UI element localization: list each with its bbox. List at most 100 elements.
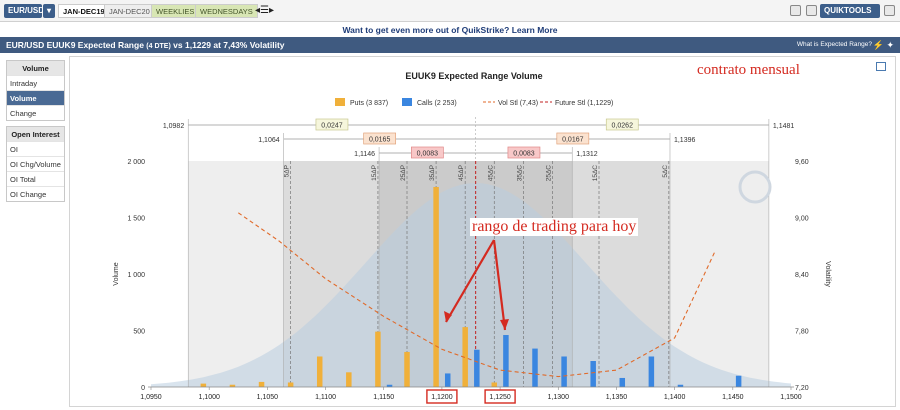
chart-title: EUUK9 Expected Range Volume <box>405 71 542 81</box>
x-tick-label: 1,1050 <box>257 394 279 401</box>
y-tick-label: 500 <box>133 329 145 336</box>
quiktools-button[interactable]: QUIKTOOLS <box>820 4 880 18</box>
strike-label: 15ΔC <box>592 165 599 182</box>
sidebar-item-oi-change[interactable]: OI Change <box>7 186 64 201</box>
promo-banner[interactable]: Want to get even more out of QuikStrike?… <box>0 22 900 37</box>
y2-tick-label: 7,80 <box>795 329 809 336</box>
range-low-label: 1,1146 <box>354 151 375 158</box>
settings-icon[interactable] <box>884 5 895 16</box>
range-width-label: 0,0165 <box>369 137 391 144</box>
x-tick-label: 1,1250 <box>489 394 511 401</box>
sidebar-item-oi-total[interactable]: OI Total <box>7 171 64 186</box>
put-bar <box>404 351 410 387</box>
legend-label: Calls (2 253) <box>417 100 457 107</box>
top-toolbar: EUR/USD ▾ JAN-DEC19 JAN-DEC20 WEEKLIES W… <box>0 0 900 22</box>
sidebar-item-intraday[interactable]: Intraday <box>7 75 64 90</box>
range-width-label: 0,0262 <box>612 123 634 130</box>
put-bar <box>433 186 439 387</box>
y2-axis-label: Volatility <box>824 261 831 287</box>
tab-weeklies[interactable]: WEEKLIES <box>151 4 200 18</box>
legend-label: Future Stl (1,1229) <box>555 100 613 107</box>
y-tick-label: 1 000 <box>127 272 145 279</box>
title-rest: vs 1,1229 at 7,43% Volatility <box>173 40 285 50</box>
call-bar <box>561 356 567 387</box>
sidebar-volume: Volume Intraday Volume Change <box>6 60 65 121</box>
y2-tick-label: 9,60 <box>795 159 809 166</box>
x-tick-label: 1,1200 <box>431 394 453 401</box>
strike-label: 45ΔP <box>458 165 465 181</box>
put-bar <box>491 382 498 387</box>
tab-scroll-icon[interactable]: ◂☰▸ <box>255 5 274 16</box>
y2-tick-label: 9,00 <box>795 216 809 223</box>
x-tick-label: 1,0950 <box>140 394 162 401</box>
title-main: EUR/USD EUUK9 Expected Range <box>6 40 144 50</box>
expand-icon[interactable] <box>876 62 886 71</box>
call-bar <box>503 335 509 387</box>
call-bar <box>444 373 451 387</box>
strike-label: 25ΔC <box>545 165 552 182</box>
strike-label: 35ΔC <box>516 165 523 182</box>
tab-wednesdays[interactable]: WEDNESDAYS <box>195 4 258 18</box>
sidebar-item-change[interactable]: Change <box>7 105 64 120</box>
x-tick-label: 1,1500 <box>780 394 802 401</box>
sidebar-item-oi[interactable]: OI <box>7 141 64 156</box>
range-width-label: 0,0167 <box>562 137 584 144</box>
chart-icon[interactable] <box>790 5 801 16</box>
call-bar <box>648 356 655 387</box>
call-bar <box>532 348 538 387</box>
page-title: EUR/USD EUUK9 Expected Range (4 DTE) vs … <box>0 37 900 53</box>
range-low-label: 1,1064 <box>258 137 280 144</box>
help-link[interactable]: What is Expected Range? <box>797 41 872 48</box>
y2-tick-label: 7,20 <box>795 385 809 392</box>
legend-label: Puts (3 837) <box>350 100 388 107</box>
y-tick-label: 0 <box>141 385 145 392</box>
put-bar <box>346 372 352 387</box>
x-tick-label: 1,1400 <box>664 394 686 401</box>
range-low-label: 1,0982 <box>163 123 185 130</box>
range-width-label: 0,0083 <box>417 151 439 158</box>
legend-swatch <box>402 98 412 106</box>
title-dte: (4 DTE) <box>146 43 171 50</box>
x-tick-label: 1,1100 <box>315 394 336 401</box>
x-tick-label: 1,1150 <box>373 394 394 401</box>
symbol-selector[interactable]: EUR/USD <box>4 4 44 18</box>
put-bar <box>316 356 323 387</box>
x-tick-label: 1,1350 <box>606 394 628 401</box>
strike-label: 5ΔP <box>284 165 291 177</box>
call-bar <box>619 377 626 387</box>
range-high-label: 1,1481 <box>773 123 795 130</box>
legend-swatch <box>335 98 345 106</box>
calculator-icon[interactable] <box>806 5 817 16</box>
strike-label: 15ΔP <box>371 165 378 181</box>
tab-jan-dec19[interactable]: JAN-DEC19 <box>58 4 110 18</box>
call-bar <box>474 349 480 387</box>
legend-label: Vol Stl (7,43) <box>498 100 538 107</box>
call-bar <box>590 361 596 387</box>
range-high-label: 1,1396 <box>674 137 696 144</box>
y-tick-label: 2 000 <box>127 159 145 166</box>
put-bar <box>258 381 265 387</box>
strike-label: 5ΔC <box>662 165 669 178</box>
range-high-label: 1,1312 <box>576 151 598 158</box>
x-tick-label: 1,1000 <box>198 394 220 401</box>
annotation-range: rango de trading para hoy <box>470 218 639 236</box>
x-tick-label: 1,1300 <box>548 394 570 401</box>
y-axis-label: Volume <box>113 262 120 285</box>
put-bar <box>287 382 294 387</box>
put-bar <box>200 383 207 387</box>
range-width-label: 0,0083 <box>513 151 535 158</box>
call-bar <box>735 375 742 387</box>
strike-label: 25ΔP <box>400 165 407 181</box>
y2-tick-label: 8,40 <box>795 272 809 279</box>
sidebar-open-interest: Open Interest OI OI Chg/Volume OI Total … <box>6 126 65 202</box>
sidebar-item-volume[interactable]: Volume <box>7 90 64 105</box>
strike-label: 35ΔP <box>429 165 436 181</box>
chevron-down-icon[interactable]: ▾ <box>43 4 55 18</box>
y-tick-label: 1 500 <box>127 216 145 223</box>
x-tick-label: 1,1450 <box>722 394 744 401</box>
tab-jan-dec20[interactable]: JAN-DEC20 <box>104 4 155 18</box>
share-icons[interactable]: ⚡ ✦ <box>873 40 894 51</box>
sidebar-item-oi-chg-volume[interactable]: OI Chg/Volume <box>7 156 64 171</box>
sidebar-header-volume: Volume <box>7 61 64 75</box>
range-width-label: 0,0247 <box>321 123 343 130</box>
